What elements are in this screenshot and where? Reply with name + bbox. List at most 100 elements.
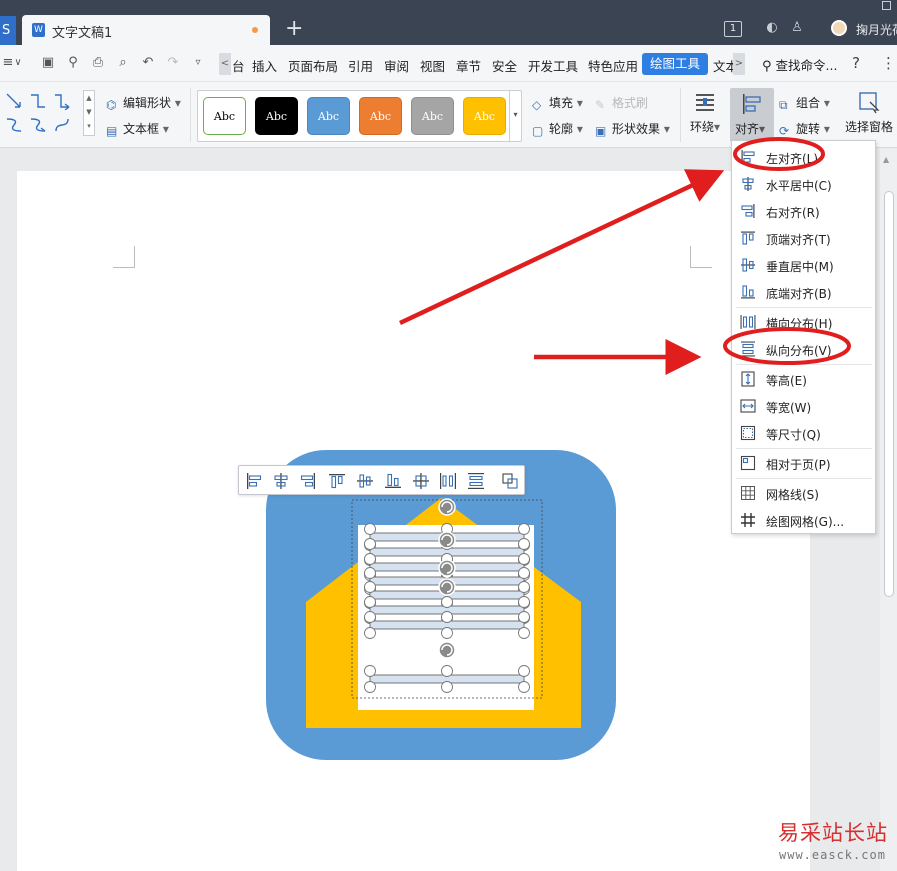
menu-special[interactable]: 特色应用 bbox=[588, 56, 638, 75]
skin-icon[interactable]: ◐ bbox=[764, 20, 780, 36]
menu-item-label: 横向分布(H) bbox=[766, 317, 833, 331]
menu-item-distribute-horizontal[interactable]: 横向分布(H) bbox=[732, 309, 875, 335]
menu-item-drawing-grid[interactable]: 绘图网格(G)... bbox=[732, 507, 875, 533]
window-count-badge[interactable]: 1 bbox=[724, 21, 742, 37]
text-box-icon: ▤ bbox=[106, 124, 118, 138]
menu-references[interactable]: 引用 bbox=[348, 56, 373, 75]
menu-insert[interactable]: 插入 bbox=[252, 56, 277, 75]
menu-scroll-left-button[interactable]: < bbox=[219, 53, 231, 75]
avatar[interactable] bbox=[831, 20, 847, 36]
menu-page-layout[interactable]: 页面布局 bbox=[288, 56, 338, 75]
fill-button[interactable]: ◇ 填充 ▾ bbox=[532, 94, 583, 112]
shape-gallery-scroll[interactable]: ▲ ▼ ▾ bbox=[83, 90, 95, 136]
relative-to-page-icon bbox=[740, 455, 756, 471]
shirt-icon[interactable]: ♙ bbox=[789, 20, 805, 36]
outline-button[interactable]: ▢ 轮廓 ▾ bbox=[532, 120, 583, 138]
menu-item-align-right[interactable]: 右对齐(R) bbox=[732, 198, 875, 224]
shape-style-swatch[interactable]: Abc bbox=[359, 97, 402, 135]
redo-icon[interactable]: ↷ bbox=[165, 55, 181, 71]
float-align-left-icon[interactable] bbox=[245, 472, 263, 490]
watermark-title: 易采站长站 bbox=[778, 821, 888, 845]
resize-handle bbox=[364, 523, 376, 535]
float-distribute-vertical-icon[interactable] bbox=[467, 472, 485, 490]
menu-item-label: 绘图网格(G)... bbox=[766, 515, 845, 529]
menu-view[interactable]: 视图 bbox=[420, 56, 445, 75]
float-align-bottom-icon[interactable] bbox=[384, 472, 402, 490]
float-distribute-horizontal-icon[interactable] bbox=[439, 472, 457, 490]
wrap-button[interactable]: 环绕▾ bbox=[690, 90, 720, 135]
selection-pane-button[interactable]: 选择窗格 bbox=[845, 90, 893, 135]
print-preview-icon[interactable]: ⌕ bbox=[115, 55, 131, 71]
menu-text-partial[interactable]: 文本 bbox=[713, 56, 733, 75]
style-gallery-expand-button[interactable]: ▾ bbox=[509, 91, 521, 141]
float-align-top-icon[interactable] bbox=[328, 472, 346, 490]
menu-item-equal-size[interactable]: 等尺寸(Q) bbox=[732, 420, 875, 446]
ribbon-divider bbox=[680, 88, 681, 142]
align-button[interactable]: 对齐▾ bbox=[730, 88, 774, 142]
float-align-both-center-icon[interactable] bbox=[412, 472, 430, 490]
menu-item-label: 垂直居中(M) bbox=[766, 260, 834, 274]
float-align-middle-icon[interactable] bbox=[356, 472, 374, 490]
shape-style-swatch[interactable]: Abc bbox=[463, 97, 506, 135]
menu-review[interactable]: 审阅 bbox=[384, 56, 409, 75]
menu-item-distribute-vertical[interactable]: 纵向分布(V) bbox=[732, 336, 875, 362]
menu-drawing-tools[interactable]: 绘图工具 bbox=[642, 53, 708, 75]
save-icon[interactable]: ▣ bbox=[40, 55, 56, 71]
new-tab-button[interactable]: + bbox=[285, 17, 303, 41]
float-align-center-icon[interactable] bbox=[272, 472, 290, 490]
tab-document[interactable]: W 文字文稿1 bbox=[22, 15, 270, 45]
print-icon[interactable]: ⎙ bbox=[90, 55, 106, 71]
shape-style-swatch[interactable]: Abc bbox=[203, 97, 246, 135]
edit-shape-label: 编辑形状 bbox=[123, 96, 172, 110]
menu-item-align-top[interactable]: 顶端对齐(T) bbox=[732, 225, 875, 251]
help-icon[interactable]: ? bbox=[852, 54, 860, 72]
menu-developer[interactable]: 开发工具 bbox=[528, 56, 578, 75]
rotate-button[interactable]: ⟳ 旋转 ▾ bbox=[779, 120, 830, 138]
scroll-up-icon[interactable]: ▲ bbox=[883, 155, 889, 164]
search-command[interactable]: ⚲ 查找命令... bbox=[762, 55, 837, 74]
menu-security[interactable]: 安全 bbox=[492, 56, 517, 75]
shape-style-swatch[interactable]: Abc bbox=[307, 97, 350, 135]
shape-style-swatch[interactable]: Abc bbox=[255, 97, 298, 135]
undo-icon[interactable]: ↶ bbox=[140, 55, 156, 71]
menu-scroll-right-button[interactable]: > bbox=[733, 53, 745, 75]
menu-item-align-center[interactable]: 水平居中(C) bbox=[732, 171, 875, 197]
shape-curve-arrow-icon[interactable] bbox=[29, 116, 47, 134]
menu-item-align-middle[interactable]: 垂直居中(M) bbox=[732, 252, 875, 278]
customize-icon[interactable]: ▿ bbox=[190, 55, 206, 71]
menu-item-align-left[interactable]: 左对齐(L) bbox=[732, 144, 875, 170]
text-box-button[interactable]: ▤ 文本框 ▾ bbox=[106, 120, 169, 138]
vertical-scrollbar[interactable]: ▲ bbox=[880, 149, 897, 871]
link-icon[interactable]: ⚲ bbox=[65, 55, 81, 71]
restore-window-icon[interactable] bbox=[882, 1, 891, 10]
float-group-icon[interactable] bbox=[501, 472, 519, 490]
shape-effects-button[interactable]: ▣ 形状效果 ▾ bbox=[595, 120, 670, 138]
user-name[interactable]: 掬月光荷 bbox=[856, 21, 897, 38]
menu-item-equal-width[interactable]: 等宽(W) bbox=[732, 393, 875, 419]
chevron-down-icon[interactable]: ∨ bbox=[10, 55, 26, 71]
shape-elbow-arrow-icon[interactable] bbox=[53, 92, 71, 111]
format-brush-button[interactable]: ✎ 格式刷 bbox=[595, 94, 648, 112]
menu-item-equal-height[interactable]: 等高(E) bbox=[732, 366, 875, 392]
group-button[interactable]: ⧉ 组合 ▾ bbox=[779, 94, 830, 112]
menu-item-gridlines[interactable]: 网格线(S) bbox=[732, 480, 875, 506]
shape-style-swatch[interactable]: Abc bbox=[411, 97, 454, 135]
envelope-graphic[interactable] bbox=[266, 450, 616, 760]
scrollbar-thumb[interactable] bbox=[884, 191, 894, 597]
edit-shape-button[interactable]: ⌬ 编辑形状 ▾ bbox=[106, 94, 181, 112]
shape-freeform-icon[interactable] bbox=[53, 116, 71, 134]
menu-item-relative-to-page[interactable]: 相对于页(P) bbox=[732, 450, 875, 476]
app-menu-button[interactable]: S bbox=[0, 16, 16, 45]
shape-curve-icon[interactable] bbox=[5, 116, 23, 134]
float-align-right-icon[interactable] bbox=[299, 472, 317, 490]
menu-item-label: 等高(E) bbox=[766, 374, 807, 388]
shape-line-arrow-icon[interactable] bbox=[5, 92, 23, 110]
fill-bucket-icon: ◇ bbox=[532, 98, 542, 112]
menu-section[interactable]: 章节 bbox=[456, 56, 481, 75]
resize-handle bbox=[364, 581, 376, 593]
shape-elbow-connector-icon[interactable] bbox=[29, 92, 47, 110]
more-icon[interactable]: ⋮ bbox=[881, 54, 896, 72]
menu-partial-item[interactable]: 台 bbox=[232, 56, 245, 75]
group-label: 组合 bbox=[796, 96, 821, 110]
menu-item-align-bottom[interactable]: 底端对齐(B) bbox=[732, 279, 875, 305]
